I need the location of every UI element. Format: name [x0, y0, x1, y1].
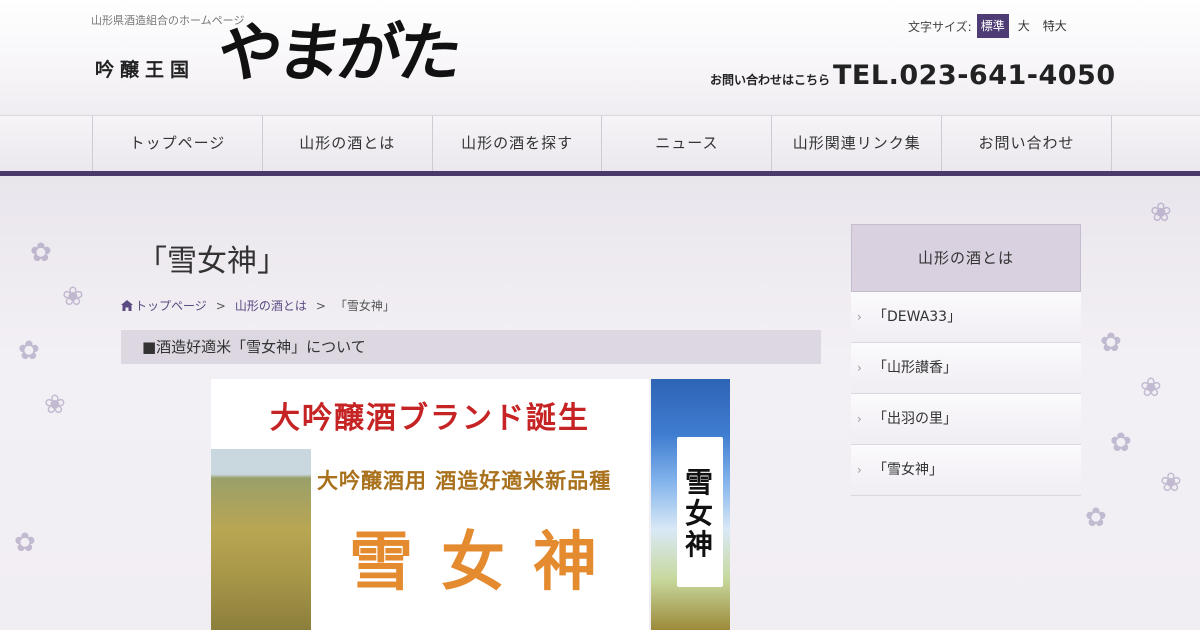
nav-item-top[interactable]: トップページ	[93, 116, 263, 172]
global-nav: トップページ 山形の酒とは 山形の酒を探す ニュース 山形関連リンク集 お問い合…	[0, 115, 1200, 172]
sidebar-item-label: 「DEWA33」	[873, 309, 962, 325]
sidebar-heading: 山形の酒とは	[851, 224, 1081, 292]
nav-item-news[interactable]: ニュース	[602, 116, 773, 172]
font-size-label: 文字サイズ:	[908, 19, 972, 34]
nav-list: トップページ 山形の酒とは 山形の酒を探す ニュース 山形関連リンク集 お問い合…	[92, 116, 1112, 172]
sidebar-item-label: 「雪女神」	[873, 462, 943, 478]
section-heading: ■酒造好適米「雪女神」について	[121, 330, 821, 364]
nav-item-contact[interactable]: お問い合わせ	[942, 116, 1112, 172]
sidebar: 山形の酒とは › 「DEWA33」 › 「山形讃香」 › 「出羽の里」 › 「雪…	[851, 224, 1081, 496]
flower-decoration-icon: ✿	[14, 528, 36, 558]
promo-banner-image: 大吟醸酒ブランド誕生 大吟醸酒用 酒造好適米新品種 雪女神	[211, 379, 649, 630]
flower-decoration-icon: ❀	[1160, 468, 1182, 498]
breadcrumb: トップページ > 山形の酒とは > 「雪女神」	[121, 297, 395, 314]
font-size-xlarge-button[interactable]: 特大	[1039, 14, 1071, 38]
sidebar-item-label: 「山形讃香」	[873, 360, 957, 376]
banner-product-name: 雪女神	[349, 525, 625, 600]
chevron-right-icon: ›	[857, 361, 862, 375]
site-header: 山形県酒造組合のホームページ 吟醸王国 やまがた 文字サイズ: 標準 大 特大 …	[0, 0, 1200, 115]
flower-decoration-icon: ✿	[1085, 503, 1107, 533]
chevron-right-icon: ›	[857, 412, 862, 426]
breadcrumb-current: 「雪女神」	[334, 299, 395, 313]
font-size-large-button[interactable]: 大	[1014, 14, 1034, 38]
rice-field-photo	[211, 449, 311, 630]
chevron-right-icon: ›	[857, 310, 862, 324]
font-size-standard-button[interactable]: 標準	[976, 14, 1009, 38]
flower-decoration-icon: ❀	[44, 390, 66, 420]
flower-decoration-icon: ❀	[1140, 373, 1162, 403]
breadcrumb-separator: >	[315, 298, 326, 313]
font-size-switcher: 文字サイズ: 標準 大 特大	[908, 14, 1071, 38]
sidebar-item-yamagata-sanka[interactable]: › 「山形讃香」	[851, 343, 1081, 394]
nav-item-links[interactable]: 山形関連リンク集	[772, 116, 943, 172]
contact-lead-text: お問い合わせはこちら	[710, 73, 831, 87]
flower-decoration-icon: ✿	[30, 238, 52, 268]
nav-item-about-sake[interactable]: 山形の酒とは	[263, 116, 433, 172]
sidebar-item-yukimegami[interactable]: › 「雪女神」	[851, 445, 1081, 496]
phone-number[interactable]: TEL.023-641-4050	[833, 60, 1116, 91]
page-title: 「雪女神」	[137, 244, 287, 279]
breadcrumb-home-link[interactable]: トップページ	[135, 297, 207, 314]
flower-decoration-icon: ✿	[1110, 428, 1132, 458]
home-icon	[121, 300, 133, 311]
flower-decoration-icon: ✿	[1100, 328, 1122, 358]
flower-decoration-icon: ❀	[1150, 198, 1172, 228]
contact-phone: お問い合わせはこちら TEL.023-641-4050	[710, 60, 1116, 91]
breadcrumb-separator: >	[215, 298, 226, 313]
sidebar-item-dewa33[interactable]: › 「DEWA33」	[851, 292, 1081, 343]
package-product-name: 雪女神	[684, 466, 713, 561]
flower-decoration-icon: ❀	[62, 282, 84, 312]
sidebar-item-dewa-no-sato[interactable]: › 「出羽の里」	[851, 394, 1081, 445]
rice-package-image: 雪女神	[651, 379, 730, 630]
flower-decoration-icon: ✿	[18, 336, 40, 366]
nav-item-find-sake[interactable]: 山形の酒を探す	[433, 116, 603, 172]
chevron-right-icon: ›	[857, 463, 862, 477]
site-logo[interactable]: やまがた	[213, 16, 464, 91]
banner-subtitle: 大吟醸酒用 酒造好適米新品種	[317, 468, 612, 493]
logo-subtitle[interactable]: 吟醸王国	[95, 55, 195, 82]
breadcrumb-parent-link[interactable]: 山形の酒とは	[235, 297, 307, 314]
sidebar-item-label: 「出羽の里」	[873, 411, 957, 427]
banner-title: 大吟醸酒ブランド誕生	[270, 401, 590, 436]
